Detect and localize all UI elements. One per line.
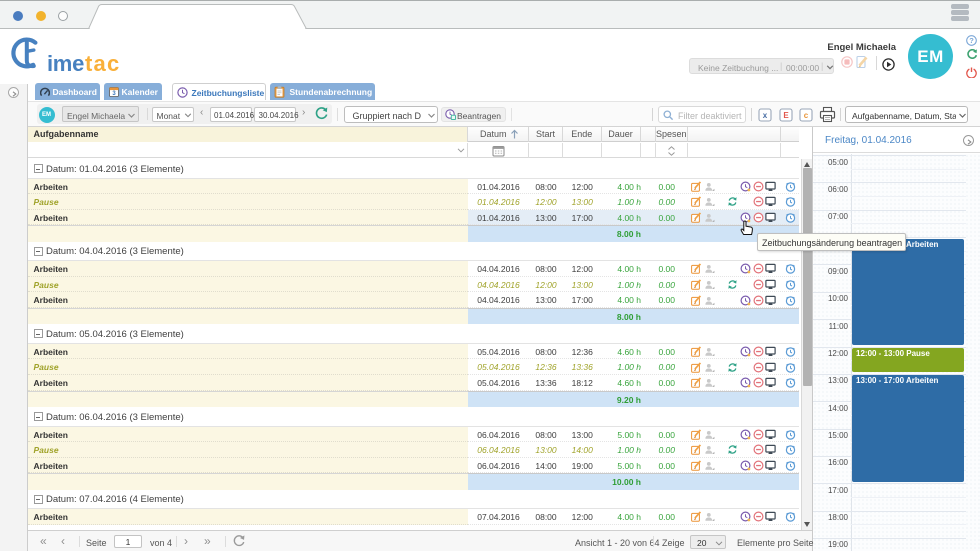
svg-text:?: ? bbox=[969, 36, 974, 45]
svg-text:tac: tac bbox=[85, 51, 120, 75]
svg-text:c: c bbox=[804, 111, 809, 120]
svg-text:x: x bbox=[762, 111, 767, 120]
svg-text:ime: ime bbox=[47, 51, 84, 75]
svg-text:E: E bbox=[783, 111, 789, 120]
